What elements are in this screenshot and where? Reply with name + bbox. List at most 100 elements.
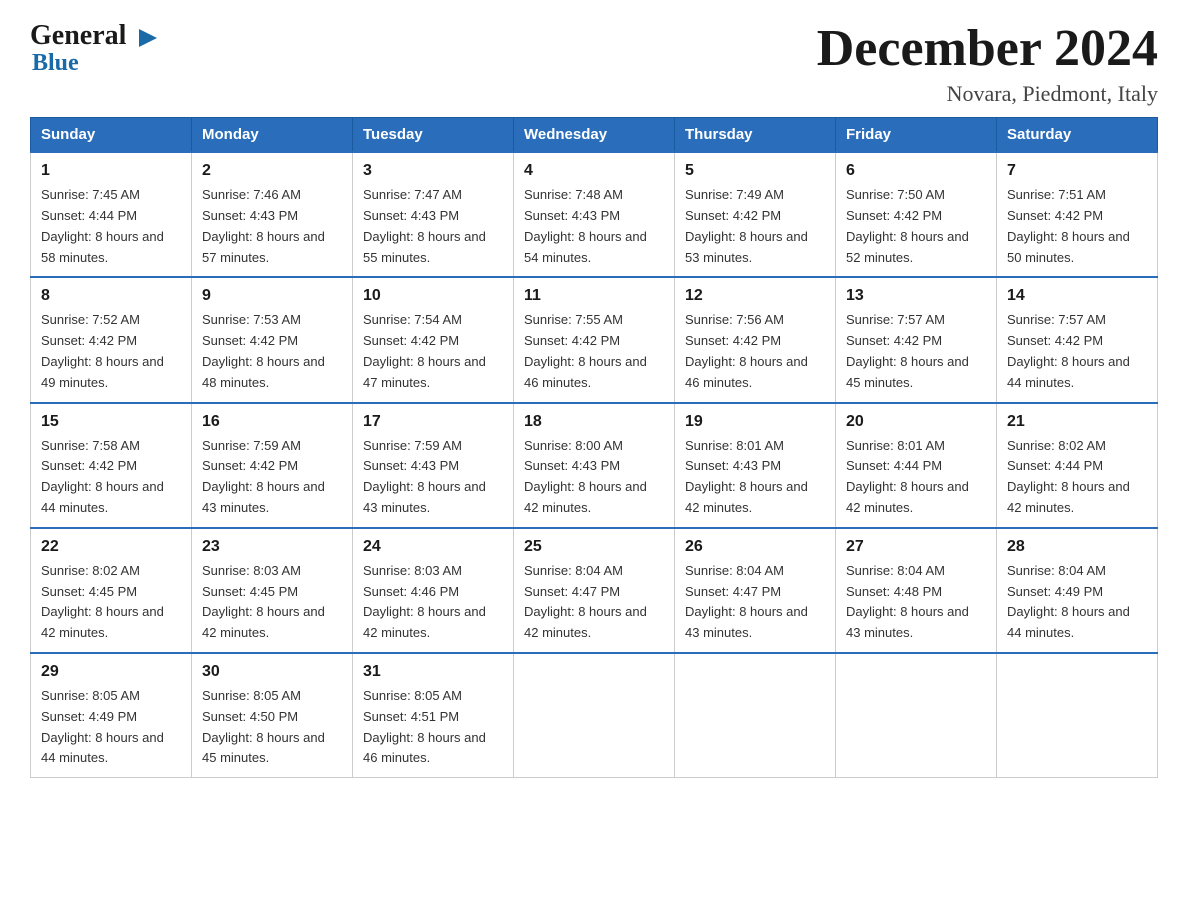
logo-blue: Blue bbox=[32, 50, 79, 76]
day-number: 25 bbox=[524, 535, 664, 559]
table-row: 4 Sunrise: 7:48 AMSunset: 4:43 PMDayligh… bbox=[514, 152, 675, 277]
day-info: Sunrise: 7:59 AMSunset: 4:43 PMDaylight:… bbox=[363, 438, 486, 515]
day-number: 3 bbox=[363, 159, 503, 183]
header-tuesday: Tuesday bbox=[353, 118, 514, 153]
table-row: 20 Sunrise: 8:01 AMSunset: 4:44 PMDaylig… bbox=[836, 403, 997, 528]
day-number: 6 bbox=[846, 159, 986, 183]
logo-general: General bbox=[30, 20, 126, 52]
header-friday: Friday bbox=[836, 118, 997, 153]
day-info: Sunrise: 7:56 AMSunset: 4:42 PMDaylight:… bbox=[685, 312, 808, 389]
day-number: 20 bbox=[846, 410, 986, 434]
calendar-table: Sunday Monday Tuesday Wednesday Thursday… bbox=[30, 117, 1158, 778]
day-info: Sunrise: 8:03 AMSunset: 4:45 PMDaylight:… bbox=[202, 563, 325, 640]
day-number: 10 bbox=[363, 284, 503, 308]
day-number: 18 bbox=[524, 410, 664, 434]
day-number: 7 bbox=[1007, 159, 1147, 183]
table-row: 7 Sunrise: 7:51 AMSunset: 4:42 PMDayligh… bbox=[997, 152, 1158, 277]
day-info: Sunrise: 7:50 AMSunset: 4:42 PMDaylight:… bbox=[846, 187, 969, 264]
table-row: 8 Sunrise: 7:52 AMSunset: 4:42 PMDayligh… bbox=[31, 277, 192, 402]
header-wednesday: Wednesday bbox=[514, 118, 675, 153]
logo: General Blue bbox=[30, 20, 157, 77]
day-info: Sunrise: 8:02 AMSunset: 4:44 PMDaylight:… bbox=[1007, 438, 1130, 515]
day-number: 11 bbox=[524, 284, 664, 308]
day-number: 2 bbox=[202, 159, 342, 183]
calendar-week-row: 15 Sunrise: 7:58 AMSunset: 4:42 PMDaylig… bbox=[31, 403, 1158, 528]
title-section: December 2024 Novara, Piedmont, Italy bbox=[817, 20, 1158, 107]
day-info: Sunrise: 7:51 AMSunset: 4:42 PMDaylight:… bbox=[1007, 187, 1130, 264]
table-row: 9 Sunrise: 7:53 AMSunset: 4:42 PMDayligh… bbox=[192, 277, 353, 402]
table-row: 25 Sunrise: 8:04 AMSunset: 4:47 PMDaylig… bbox=[514, 528, 675, 653]
table-row: 13 Sunrise: 7:57 AMSunset: 4:42 PMDaylig… bbox=[836, 277, 997, 402]
table-row: 17 Sunrise: 7:59 AMSunset: 4:43 PMDaylig… bbox=[353, 403, 514, 528]
day-info: Sunrise: 7:55 AMSunset: 4:42 PMDaylight:… bbox=[524, 312, 647, 389]
table-row: 12 Sunrise: 7:56 AMSunset: 4:42 PMDaylig… bbox=[675, 277, 836, 402]
day-number: 13 bbox=[846, 284, 986, 308]
table-row: 6 Sunrise: 7:50 AMSunset: 4:42 PMDayligh… bbox=[836, 152, 997, 277]
day-number: 30 bbox=[202, 660, 342, 684]
day-number: 8 bbox=[41, 284, 181, 308]
page-title: December 2024 bbox=[817, 20, 1158, 77]
day-info: Sunrise: 8:04 AMSunset: 4:47 PMDaylight:… bbox=[685, 563, 808, 640]
day-info: Sunrise: 7:54 AMSunset: 4:42 PMDaylight:… bbox=[363, 312, 486, 389]
day-info: Sunrise: 7:49 AMSunset: 4:42 PMDaylight:… bbox=[685, 187, 808, 264]
table-row: 19 Sunrise: 8:01 AMSunset: 4:43 PMDaylig… bbox=[675, 403, 836, 528]
day-number: 26 bbox=[685, 535, 825, 559]
calendar-week-row: 1 Sunrise: 7:45 AMSunset: 4:44 PMDayligh… bbox=[31, 152, 1158, 277]
table-row: 24 Sunrise: 8:03 AMSunset: 4:46 PMDaylig… bbox=[353, 528, 514, 653]
day-info: Sunrise: 8:01 AMSunset: 4:43 PMDaylight:… bbox=[685, 438, 808, 515]
day-number: 16 bbox=[202, 410, 342, 434]
table-row: 14 Sunrise: 7:57 AMSunset: 4:42 PMDaylig… bbox=[997, 277, 1158, 402]
table-row: 18 Sunrise: 8:00 AMSunset: 4:43 PMDaylig… bbox=[514, 403, 675, 528]
day-info: Sunrise: 8:03 AMSunset: 4:46 PMDaylight:… bbox=[363, 563, 486, 640]
calendar-week-row: 22 Sunrise: 8:02 AMSunset: 4:45 PMDaylig… bbox=[31, 528, 1158, 653]
table-row: 15 Sunrise: 7:58 AMSunset: 4:42 PMDaylig… bbox=[31, 403, 192, 528]
table-row bbox=[675, 653, 836, 778]
table-row: 16 Sunrise: 7:59 AMSunset: 4:42 PMDaylig… bbox=[192, 403, 353, 528]
table-row: 1 Sunrise: 7:45 AMSunset: 4:44 PMDayligh… bbox=[31, 152, 192, 277]
table-row: 21 Sunrise: 8:02 AMSunset: 4:44 PMDaylig… bbox=[997, 403, 1158, 528]
table-row: 3 Sunrise: 7:47 AMSunset: 4:43 PMDayligh… bbox=[353, 152, 514, 277]
table-row: 11 Sunrise: 7:55 AMSunset: 4:42 PMDaylig… bbox=[514, 277, 675, 402]
day-number: 1 bbox=[41, 159, 181, 183]
calendar-week-row: 8 Sunrise: 7:52 AMSunset: 4:42 PMDayligh… bbox=[31, 277, 1158, 402]
day-info: Sunrise: 7:46 AMSunset: 4:43 PMDaylight:… bbox=[202, 187, 325, 264]
page-subtitle: Novara, Piedmont, Italy bbox=[817, 81, 1158, 107]
day-number: 19 bbox=[685, 410, 825, 434]
table-row: 22 Sunrise: 8:02 AMSunset: 4:45 PMDaylig… bbox=[31, 528, 192, 653]
table-row: 26 Sunrise: 8:04 AMSunset: 4:47 PMDaylig… bbox=[675, 528, 836, 653]
day-number: 31 bbox=[363, 660, 503, 684]
day-info: Sunrise: 7:47 AMSunset: 4:43 PMDaylight:… bbox=[363, 187, 486, 264]
header-sunday: Sunday bbox=[31, 118, 192, 153]
table-row bbox=[997, 653, 1158, 778]
day-info: Sunrise: 8:04 AMSunset: 4:47 PMDaylight:… bbox=[524, 563, 647, 640]
day-info: Sunrise: 8:02 AMSunset: 4:45 PMDaylight:… bbox=[41, 563, 164, 640]
day-number: 14 bbox=[1007, 284, 1147, 308]
table-row: 28 Sunrise: 8:04 AMSunset: 4:49 PMDaylig… bbox=[997, 528, 1158, 653]
day-info: Sunrise: 7:53 AMSunset: 4:42 PMDaylight:… bbox=[202, 312, 325, 389]
day-number: 9 bbox=[202, 284, 342, 308]
header-monday: Monday bbox=[192, 118, 353, 153]
day-info: Sunrise: 8:05 AMSunset: 4:51 PMDaylight:… bbox=[363, 688, 486, 765]
table-row bbox=[836, 653, 997, 778]
day-number: 5 bbox=[685, 159, 825, 183]
table-row bbox=[514, 653, 675, 778]
day-number: 28 bbox=[1007, 535, 1147, 559]
day-number: 23 bbox=[202, 535, 342, 559]
day-number: 24 bbox=[363, 535, 503, 559]
day-number: 15 bbox=[41, 410, 181, 434]
logo-text: General bbox=[30, 20, 157, 52]
day-number: 21 bbox=[1007, 410, 1147, 434]
day-info: Sunrise: 7:45 AMSunset: 4:44 PMDaylight:… bbox=[41, 187, 164, 264]
day-info: Sunrise: 7:48 AMSunset: 4:43 PMDaylight:… bbox=[524, 187, 647, 264]
day-info: Sunrise: 8:01 AMSunset: 4:44 PMDaylight:… bbox=[846, 438, 969, 515]
day-info: Sunrise: 8:05 AMSunset: 4:49 PMDaylight:… bbox=[41, 688, 164, 765]
day-info: Sunrise: 8:00 AMSunset: 4:43 PMDaylight:… bbox=[524, 438, 647, 515]
day-info: Sunrise: 8:04 AMSunset: 4:48 PMDaylight:… bbox=[846, 563, 969, 640]
table-row: 5 Sunrise: 7:49 AMSunset: 4:42 PMDayligh… bbox=[675, 152, 836, 277]
table-row: 31 Sunrise: 8:05 AMSunset: 4:51 PMDaylig… bbox=[353, 653, 514, 778]
calendar-week-row: 29 Sunrise: 8:05 AMSunset: 4:49 PMDaylig… bbox=[31, 653, 1158, 778]
day-info: Sunrise: 8:04 AMSunset: 4:49 PMDaylight:… bbox=[1007, 563, 1130, 640]
table-row: 29 Sunrise: 8:05 AMSunset: 4:49 PMDaylig… bbox=[31, 653, 192, 778]
day-info: Sunrise: 7:59 AMSunset: 4:42 PMDaylight:… bbox=[202, 438, 325, 515]
day-number: 12 bbox=[685, 284, 825, 308]
